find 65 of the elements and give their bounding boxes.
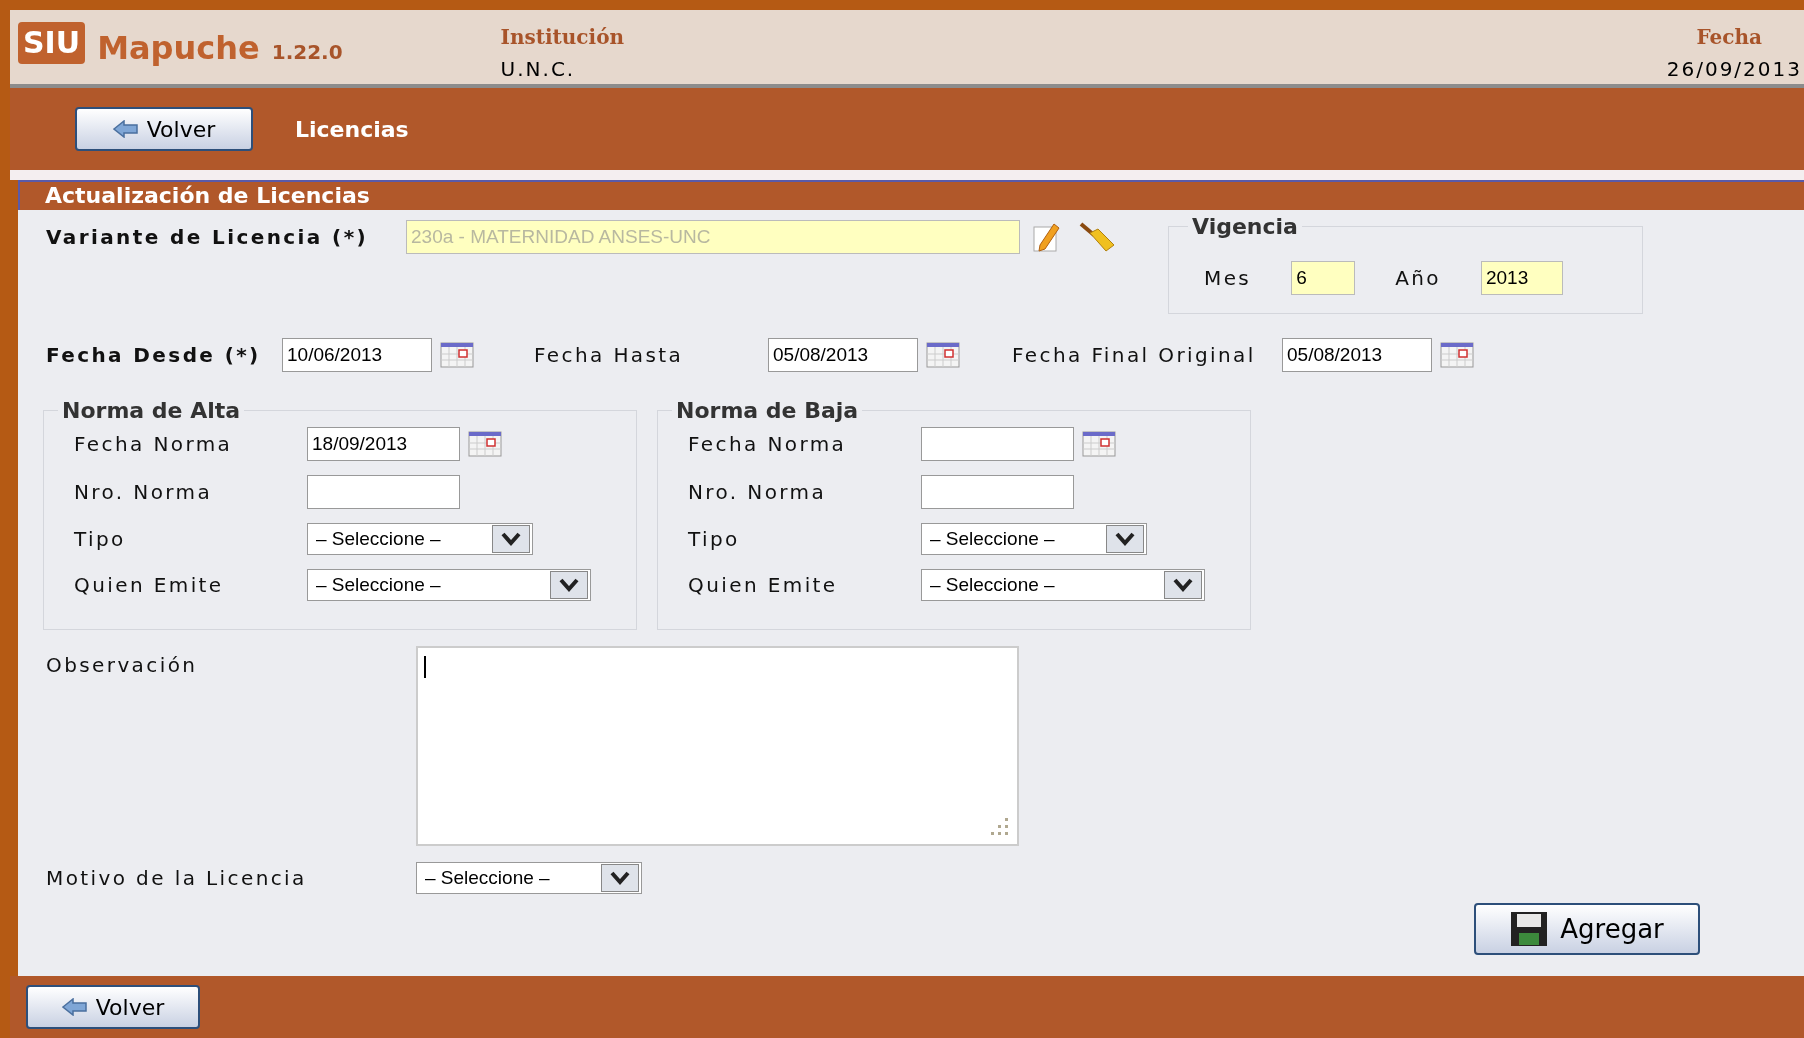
field-label: Quien Emite xyxy=(688,573,838,597)
date-value: 26/09/2013 xyxy=(1666,56,1802,83)
calendar-icon[interactable] xyxy=(1082,431,1116,457)
institution-label: Institución xyxy=(500,24,624,51)
input-field[interactable]: 6 xyxy=(1291,261,1356,295)
select-dropdown[interactable]: – Seleccione – xyxy=(307,569,591,601)
input-field[interactable]: 05/08/2013 xyxy=(768,338,918,372)
select-dropdown[interactable]: – Seleccione – xyxy=(307,523,533,555)
back-arrow-icon xyxy=(112,120,139,138)
calendar-icon[interactable] xyxy=(1440,342,1474,368)
input-field[interactable] xyxy=(921,427,1074,461)
back-button[interactable]: Volver xyxy=(75,107,253,151)
input-field[interactable]: 05/08/2013 xyxy=(1282,338,1432,372)
field-label: Tipo xyxy=(688,527,740,551)
calendar-icon[interactable] xyxy=(440,342,474,368)
field-label: Año xyxy=(1395,265,1441,292)
select-value: – Seleccione – xyxy=(930,526,1055,551)
field-label: Fecha Norma xyxy=(688,432,847,456)
add-button[interactable]: Agregar xyxy=(1474,903,1700,955)
select-value: – Seleccione – xyxy=(316,526,441,551)
field-label: Nro. Norma xyxy=(74,480,213,504)
text-cursor xyxy=(424,656,426,678)
fieldset-legend: Norma de Baja xyxy=(672,394,863,427)
date-label: Fecha xyxy=(1696,24,1762,51)
institution-value: U.N.C. xyxy=(500,56,577,83)
field-label: Fecha Hasta xyxy=(534,343,684,367)
pencil-icon[interactable] xyxy=(1032,221,1062,253)
input-field[interactable]: 10/06/2013 xyxy=(282,338,432,372)
chevron-down-icon[interactable] xyxy=(1106,525,1144,553)
field-label: Motivo de la Licencia xyxy=(46,866,307,890)
field-label: Observación xyxy=(46,653,198,677)
logo-mark: SIU xyxy=(18,22,86,64)
fieldset-legend: Norma de Alta xyxy=(58,394,245,427)
select-dropdown[interactable]: – Seleccione – xyxy=(921,523,1147,555)
input-field[interactable] xyxy=(921,475,1074,509)
field-label: Nro. Norma xyxy=(688,480,827,504)
field-label: Mes xyxy=(1204,265,1252,292)
chevron-down-icon[interactable] xyxy=(601,864,639,892)
select-value: – Seleccione – xyxy=(425,865,550,890)
select-dropdown[interactable]: – Seleccione – xyxy=(416,862,642,894)
select-value: – Seleccione – xyxy=(930,572,1055,597)
select-dropdown[interactable]: – Seleccione – xyxy=(921,569,1205,601)
section-title-bar: Actualización de Licencias xyxy=(18,180,1804,210)
back-arrow-icon xyxy=(61,998,88,1016)
field-label: Tipo xyxy=(74,527,126,551)
page-title: Licencias xyxy=(295,115,409,144)
select-value: – Seleccione – xyxy=(316,572,441,597)
field-label: Fecha Desde (*) xyxy=(46,343,261,367)
field-label: Variante de Licencia (*) xyxy=(46,225,369,249)
input-field[interactable] xyxy=(307,475,460,509)
logo-name: Mapuche xyxy=(97,32,260,64)
calendar-icon[interactable] xyxy=(468,431,502,457)
chevron-down-icon[interactable] xyxy=(492,525,530,553)
app-version: 1.22.0 xyxy=(271,42,343,62)
field-label: Fecha Final Original xyxy=(1012,343,1256,367)
input-field[interactable]: 18/09/2013 xyxy=(307,427,460,461)
field-label: Fecha Norma xyxy=(74,432,233,456)
calendar-icon[interactable] xyxy=(926,342,960,368)
broom-icon[interactable] xyxy=(1078,221,1116,253)
back-button[interactable]: Volver xyxy=(26,985,200,1029)
field-label: Quien Emite xyxy=(74,573,224,597)
fieldset-legend: Vigencia xyxy=(1188,210,1302,243)
chevron-down-icon[interactable] xyxy=(1164,571,1202,599)
chevron-down-icon[interactable] xyxy=(550,571,588,599)
input-field[interactable]: 2013 xyxy=(1481,261,1563,295)
